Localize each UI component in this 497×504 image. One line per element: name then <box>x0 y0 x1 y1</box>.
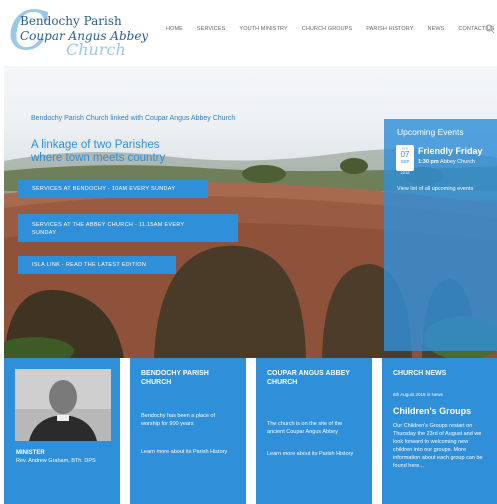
services-abbey-label-1: SERVICES AT THE ABBEY CHURCH - 11.15AM E… <box>32 222 185 228</box>
services-bendochy-button[interactable]: SERVICES AT BENDOCHY - 10AM EVERY SUNDAY <box>18 180 208 198</box>
minister-card: MINISTER Rev. Andrew Graham, BTh. DPS <box>4 358 120 504</box>
services-bendochy-label: SERVICES AT BENDOCHY - 10AM EVERY SUNDAY <box>32 186 176 192</box>
isla-link-button[interactable]: ISLA LINK - READ THE LATEST EDITION <box>18 256 176 274</box>
event-time-value: 1:30 pm <box>418 159 439 165</box>
abbey-card-body: The church is on the site of the ancient… <box>267 421 343 435</box>
nav-youth-ministry[interactable]: YOUTH MINISTRY <box>239 26 287 32</box>
site-logo[interactable]: C Bendochy Parish Coupar Angus Abbey Chu… <box>6 4 156 64</box>
event-name[interactable]: Friendly Friday <box>418 146 483 156</box>
bendochy-history-link[interactable]: Learn more about its Parish History <box>141 448 233 456</box>
nav-parish-history[interactable]: PARISH HISTORY <box>366 26 413 32</box>
isla-link-label: ISLA LINK - READ THE LATEST EDITION <box>32 262 147 268</box>
logo-line-1: Bendochy Parish <box>20 14 122 28</box>
abbey-history-link[interactable]: Learn more about its Parish History <box>267 450 359 458</box>
all-events-link[interactable]: View list of all upcoming events <box>397 186 473 192</box>
news-card-title[interactable]: CHURCH NEWS <box>393 369 488 378</box>
site-header: C Bendochy Parish Coupar Angus Abbey Chu… <box>0 0 497 66</box>
upcoming-events-panel: Upcoming Events FRI 07 SEP 2018 Friendly… <box>384 119 497 351</box>
bendochy-card: BENDOCHY PARISH CHURCH Bendochy has been… <box>130 358 246 504</box>
search-icon[interactable] <box>485 24 495 34</box>
event-month: SEP <box>400 159 410 164</box>
news-headline[interactable]: Children's Groups <box>393 406 471 416</box>
minister-label: MINISTER <box>16 450 45 456</box>
hero-intro: Bendochy Parish Church linked with Coupa… <box>31 115 236 122</box>
nav-home[interactable]: HOME <box>166 26 183 32</box>
main-nav: HOME SERVICES YOUTH MINISTRY CHURCH GROU… <box>166 26 495 32</box>
logo-line-3: Church <box>66 40 126 59</box>
services-abbey-button[interactable]: SERVICES AT THE ABBEY CHURCH - 11.15AM E… <box>18 214 238 242</box>
news-date: 6th August 2018 in News <box>393 392 443 397</box>
events-title: Upcoming Events <box>397 127 464 137</box>
hero-title-line-1: A linkage of two Parishes <box>31 139 160 151</box>
bendochy-card-body: Bendochy has been a place of worship for… <box>141 413 216 427</box>
nav-church-groups[interactable]: CHURCH GROUPS <box>302 26 353 32</box>
event-time: 1:30 pm Abbey Church <box>418 159 475 165</box>
hero-title-line-2: where town meets country <box>31 152 166 164</box>
hero-title: A linkage of two Parishes where town mee… <box>31 139 165 165</box>
event-year: 2018 <box>400 170 410 175</box>
bendochy-card-title[interactable]: BENDOCHY PARISH CHURCH <box>141 369 236 387</box>
feature-cards: MINISTER Rev. Andrew Graham, BTh. DPS BE… <box>0 358 497 504</box>
nav-services[interactable]: SERVICES <box>197 26 226 32</box>
nav-news[interactable]: NEWS <box>428 26 445 32</box>
minister-name: Rev. Andrew Graham, BTh. DPS <box>16 458 96 464</box>
event-day: 07 <box>400 150 410 159</box>
minister-photo <box>15 369 111 441</box>
services-abbey-label-2: SUNDAY <box>32 230 57 236</box>
event-date-badge: FRI 07 SEP <box>396 145 414 171</box>
abbey-card: COUPAR ANGUS ABBEY CHURCH The church is … <box>256 358 372 504</box>
abbey-card-title[interactable]: COUPAR ANGUS ABBEY CHURCH <box>267 369 362 387</box>
news-body: Our Children's Groups restart on Thursda… <box>393 423 483 469</box>
hero-banner: Bendochy Parish Church linked with Coupa… <box>4 66 497 358</box>
news-card: CHURCH NEWS 6th August 2018 in News Chil… <box>382 358 497 504</box>
event-place: Abbey Church <box>440 159 475 165</box>
